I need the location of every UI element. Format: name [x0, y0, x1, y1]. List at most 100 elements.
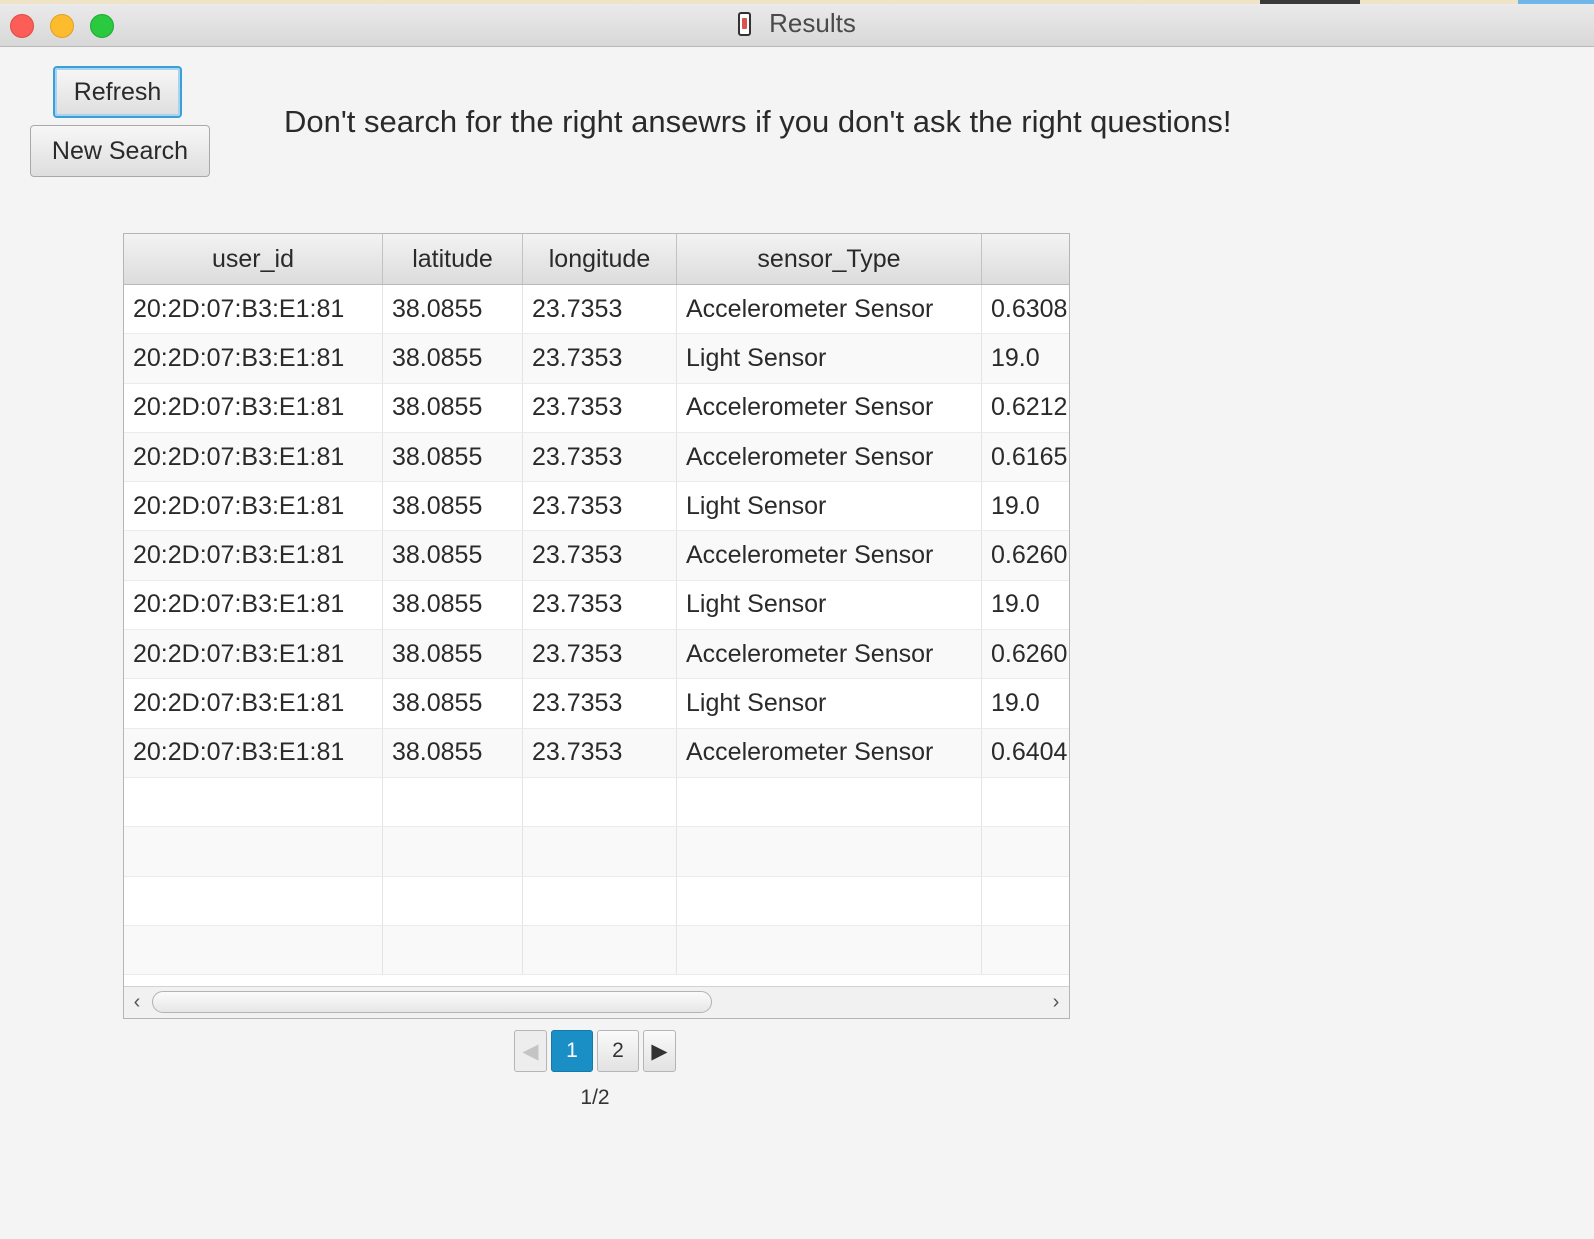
chevron-left-icon[interactable]: ‹ — [124, 987, 150, 1018]
cell-longitude: 23.7353 — [523, 482, 677, 531]
cell-sensor-type: Accelerometer Sensor — [677, 728, 982, 777]
window-title: Results — [769, 8, 856, 38]
table-row[interactable]: 20:2D:07:B3:E1:81 38.0855 23.7353 Accelerom… — [124, 728, 1069, 778]
cell-sensor-type: Light Sensor — [677, 482, 982, 531]
empty-table-row[interactable] — [124, 925, 1069, 976]
pagination: ◀ 1 2 ▶ — [514, 1030, 676, 1072]
cell-latitude: 38.0855 — [383, 531, 523, 580]
table-row[interactable]: 20:2D:07:B3:E1:81 38.0855 23.7353 Accelerom… — [124, 630, 1069, 680]
cell-latitude — [383, 876, 523, 925]
cell-longitude: 23.7353 — [523, 630, 677, 679]
cell-latitude: 38.0855 — [383, 285, 523, 334]
cell-user-id: 20:2D:07:B3:E1:81 — [124, 679, 383, 728]
cell-user-id: 20:2D:07:B3:E1:81 — [124, 285, 383, 334]
cell-longitude: 23.7353 — [523, 728, 677, 777]
cell-user-id: 20:2D:07:B3:E1:81 — [124, 531, 383, 580]
cell-sensor-type: Light Sensor — [677, 679, 982, 728]
cell-user-id — [124, 777, 383, 827]
title-bar: Results — [0, 0, 1594, 47]
cell-longitude: 23.7353 — [523, 285, 677, 334]
empty-table-row[interactable] — [124, 827, 1069, 877]
column-header-user-id[interactable]: user_id — [124, 234, 383, 284]
table-row[interactable]: 20:2D:07:B3:E1:81 38.0855 23.7353 Light Sen… — [124, 679, 1069, 729]
cell-longitude — [523, 876, 677, 925]
cell-longitude: 23.7353 — [523, 580, 677, 630]
cell-longitude: 23.7353 — [523, 383, 677, 432]
cell-user-id: 20:2D:07:B3:E1:81 — [124, 334, 383, 383]
cell-latitude: 38.0855 — [383, 580, 523, 630]
cell-longitude: 23.7353 — [523, 531, 677, 580]
phone-icon — [738, 11, 752, 36]
scrollbar-thumb[interactable] — [152, 991, 712, 1013]
table-header: user_id latitude longitude sensor_Type — [124, 234, 1069, 285]
cell-sensor-type: Accelerometer Sensor — [677, 285, 982, 334]
cell-longitude — [523, 777, 677, 827]
cell-sensor-type: Accelerometer Sensor — [677, 531, 982, 580]
cell-value: 0.6308 — [982, 285, 1069, 333]
cell-longitude — [523, 827, 677, 876]
table-row[interactable]: 20:2D:07:B3:E1:81 38.0855 23.7353 Accelerom… — [124, 285, 1069, 335]
cell-value: 0.6260 — [982, 630, 1069, 678]
quote-text: Don't search for the right ansewrs if yo… — [284, 104, 1232, 139]
results-table[interactable]: user_id latitude longitude sensor_Type 2… — [123, 233, 1070, 1019]
column-header-longitude[interactable]: longitude — [523, 234, 677, 284]
prev-page-button[interactable]: ◀ — [514, 1030, 547, 1072]
cell-latitude — [383, 827, 523, 876]
cell-latitude: 38.0855 — [383, 630, 523, 679]
cell-longitude: 23.7353 — [523, 432, 677, 482]
column-header-sensor-type[interactable]: sensor_Type — [677, 234, 982, 284]
refresh-button[interactable]: Refresh — [53, 66, 182, 118]
cell-user-id — [124, 876, 383, 925]
cell-longitude — [523, 925, 677, 975]
cell-sensor-type — [677, 777, 982, 827]
column-header-latitude[interactable]: latitude — [383, 234, 523, 284]
cell-value — [982, 877, 1069, 925]
new-search-button[interactable]: New Search — [30, 125, 210, 177]
cell-value: 0.6404 — [982, 729, 1069, 777]
cell-sensor-type — [677, 876, 982, 925]
cell-latitude: 38.0855 — [383, 482, 523, 531]
cell-latitude — [383, 777, 523, 827]
table-row[interactable]: 20:2D:07:B3:E1:81 38.0855 23.7353 Accelerom… — [124, 531, 1069, 581]
next-page-button[interactable]: ▶ — [643, 1030, 676, 1072]
cell-user-id: 20:2D:07:B3:E1:81 — [124, 630, 383, 679]
table-row[interactable]: 20:2D:07:B3:E1:81 38.0855 23.7353 Light Sen… — [124, 580, 1069, 631]
table-row[interactable]: 20:2D:07:B3:E1:81 38.0855 23.7353 Accelerom… — [124, 432, 1069, 483]
cell-user-id: 20:2D:07:B3:E1:81 — [124, 432, 383, 482]
cell-value: 0.6212 — [982, 384, 1069, 432]
cell-value — [982, 827, 1069, 875]
cell-latitude: 38.0855 — [383, 432, 523, 482]
cell-user-id — [124, 925, 383, 975]
table-row[interactable]: 20:2D:07:B3:E1:81 38.0855 23.7353 Light Sen… — [124, 482, 1069, 532]
table-row[interactable]: 20:2D:07:B3:E1:81 38.0855 23.7353 Light Sen… — [124, 334, 1069, 384]
empty-table-row[interactable] — [124, 876, 1069, 926]
cell-longitude: 23.7353 — [523, 679, 677, 728]
cell-value — [982, 926, 1069, 974]
cell-sensor-type: Light Sensor — [677, 580, 982, 630]
page-button-1[interactable]: 1 — [551, 1030, 593, 1072]
cell-latitude: 38.0855 — [383, 383, 523, 432]
column-header-value[interactable] — [982, 234, 1069, 284]
page-indicator: 1/2 — [580, 1086, 610, 1109]
cell-value: 19.0 — [982, 679, 1069, 727]
page-button-2[interactable]: 2 — [597, 1030, 639, 1072]
cell-user-id: 20:2D:07:B3:E1:81 — [124, 482, 383, 531]
cell-latitude: 38.0855 — [383, 334, 523, 383]
horizontal-scrollbar[interactable]: ‹ › — [124, 986, 1069, 1018]
triangle-right-icon: ▶ — [651, 1039, 668, 1063]
triangle-left-icon: ◀ — [522, 1039, 539, 1063]
cell-user-id: 20:2D:07:B3:E1:81 — [124, 728, 383, 777]
chevron-right-icon[interactable]: › — [1043, 987, 1069, 1018]
cell-user-id: 20:2D:07:B3:E1:81 — [124, 383, 383, 432]
table-body: 20:2D:07:B3:E1:81 38.0855 23.7353 Accelerom… — [124, 285, 1069, 976]
empty-table-row[interactable] — [124, 777, 1069, 828]
cell-value — [982, 778, 1069, 826]
cell-sensor-type: Accelerometer Sensor — [677, 383, 982, 432]
cell-value: 19.0 — [982, 334, 1069, 382]
cell-user-id — [124, 827, 383, 876]
cell-latitude — [383, 925, 523, 975]
cell-sensor-type: Accelerometer Sensor — [677, 630, 982, 679]
cell-value: 0.6260 — [982, 531, 1069, 579]
table-row[interactable]: 20:2D:07:B3:E1:81 38.0855 23.7353 Accelerom… — [124, 383, 1069, 433]
cell-latitude: 38.0855 — [383, 728, 523, 777]
